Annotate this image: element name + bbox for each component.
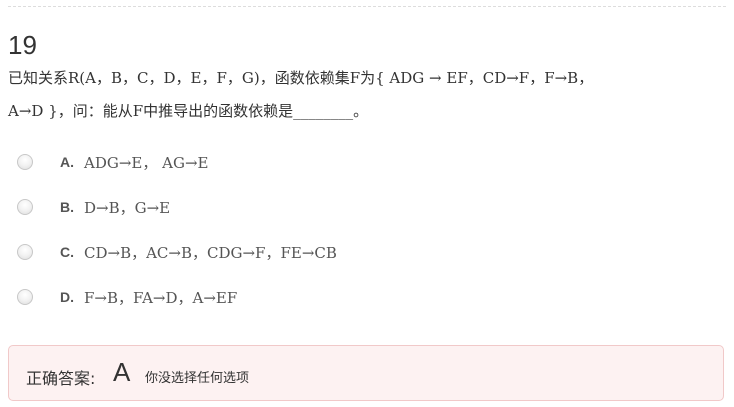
correct-answer-value: A bbox=[113, 357, 131, 387]
option-text: F→B，FA→D，A→EF bbox=[84, 288, 238, 307]
radio-button[interactable] bbox=[17, 199, 33, 215]
top-divider bbox=[8, 6, 726, 7]
answer-panel: 正确答案: A 你没选择任何选项 bbox=[8, 345, 724, 401]
question-text: 已知关系R(A，B，C，D，E，F，G)，函数依赖集F为{ ADG → EF，C… bbox=[8, 62, 708, 128]
question-line-2: A→D }，问：能从F中推导出的函数依赖是________。 bbox=[8, 102, 369, 120]
radio-button[interactable] bbox=[17, 244, 33, 260]
question-number: 19 bbox=[8, 30, 37, 60]
option-letter: B. bbox=[60, 199, 74, 215]
option-letter: D. bbox=[60, 289, 74, 305]
quiz-page: 19 已知关系R(A，B，C，D，E，F，G)，函数依赖集F为{ ADG → E… bbox=[0, 0, 734, 407]
option-text: D→B，G→E bbox=[84, 198, 171, 217]
option-text: ADG→E， AG→E bbox=[84, 153, 209, 172]
radio-button[interactable] bbox=[17, 154, 33, 170]
option-text: CD→B，AC→B，CDG→F，FE→CB bbox=[84, 243, 337, 262]
correct-answer-label: 正确答案: bbox=[26, 369, 96, 388]
radio-button[interactable] bbox=[17, 289, 33, 305]
option-letter: A. bbox=[60, 154, 74, 170]
option-letter: C. bbox=[60, 244, 74, 260]
no-selection-note: 你没选择任何选项 bbox=[145, 371, 250, 386]
question-line-1: 已知关系R(A，B，C，D，E，F，G)，函数依赖集F为{ ADG → EF，C… bbox=[8, 69, 594, 87]
